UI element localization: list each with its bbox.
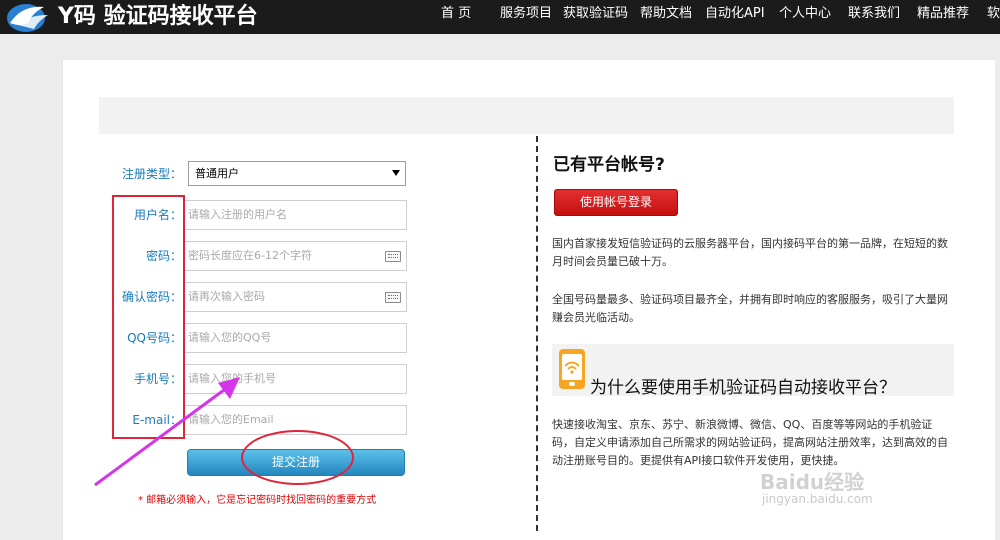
baidu-watermark: Baidu经验 [760,470,865,494]
register-type-label: 注册类型： [121,167,182,181]
features-paragraph: 全国号码量最多、验证码项目最齐全，并拥有即时响应的客服服务，吸引了大量网赚会员光… [552,293,948,324]
logo-bird-icon[interactable] [4,1,54,33]
nav-home[interactable]: 首 页 [441,0,471,30]
nav-get-code[interactable]: 获取验证码 [563,0,628,30]
account-login-button[interactable]: 使用帐号登录 [554,189,678,216]
baidu-watermark-url: jingyan.baidu.com [762,492,873,506]
chevron-down-icon [392,170,400,176]
annotation-ellipse [241,430,354,485]
nav-automation-api[interactable]: 自动化API [705,0,765,30]
register-type-select[interactable]: 普通用户 [188,161,406,186]
nav-services[interactable]: 服务项目 [500,0,552,30]
email-required-note: * 邮箱必须输入，它是忘记密码时找回密码的重要方式 [138,495,377,506]
confirm-password-input[interactable]: 请再次输入密码 [184,282,407,312]
nav-contact-us[interactable]: 联系我们 [848,0,900,30]
confirm-password-placeholder: 请再次输入密码 [188,290,265,303]
password-input[interactable]: 密码长度应在6-12个字符 [184,241,407,271]
wifi-icon [564,361,580,374]
column-divider [536,136,538,531]
password-placeholder: 密码长度应在6-12个字符 [188,249,312,262]
nav-recommended[interactable]: 精品推荐 [917,0,969,30]
why-use-title: 为什么要使用手机验证码自动接收平台？ [590,378,896,398]
keyboard-icon[interactable] [385,292,401,303]
register-type-value: 普通用户 [195,167,239,180]
qq-input[interactable]: 请输入您的QQ号 [184,323,407,353]
phone-signal-icon [559,349,585,389]
intro-paragraph: 国内首家接发短信验证码的云服务器平台，国内接码平台的第一品牌，在短短的数月时间会… [552,237,948,268]
nav-user-center[interactable]: 个人中心 [779,0,831,30]
site-logo-text[interactable]: Y码 验证码接收平台 [58,3,258,31]
username-input[interactable]: 请输入注册的用户名 [184,200,407,230]
why-use-paragraph: 快速接收淘宝、京东、苏宁、新浪微博、微信、QQ、百度等等网站的手机验证码，自定义… [552,418,948,467]
has-account-title: 已有平台帐号? [553,155,665,175]
nav-software[interactable]: 软 [987,0,1000,30]
top-navigation-bar: Y码 验证码接收平台 首 页 服务项目 获取验证码 帮助文档 自动化API 个人… [0,0,1000,34]
header-banner [99,97,954,134]
annotation-arrow-icon [94,377,240,487]
nav-help-docs[interactable]: 帮助文档 [640,0,692,30]
keyboard-icon[interactable] [385,251,401,262]
